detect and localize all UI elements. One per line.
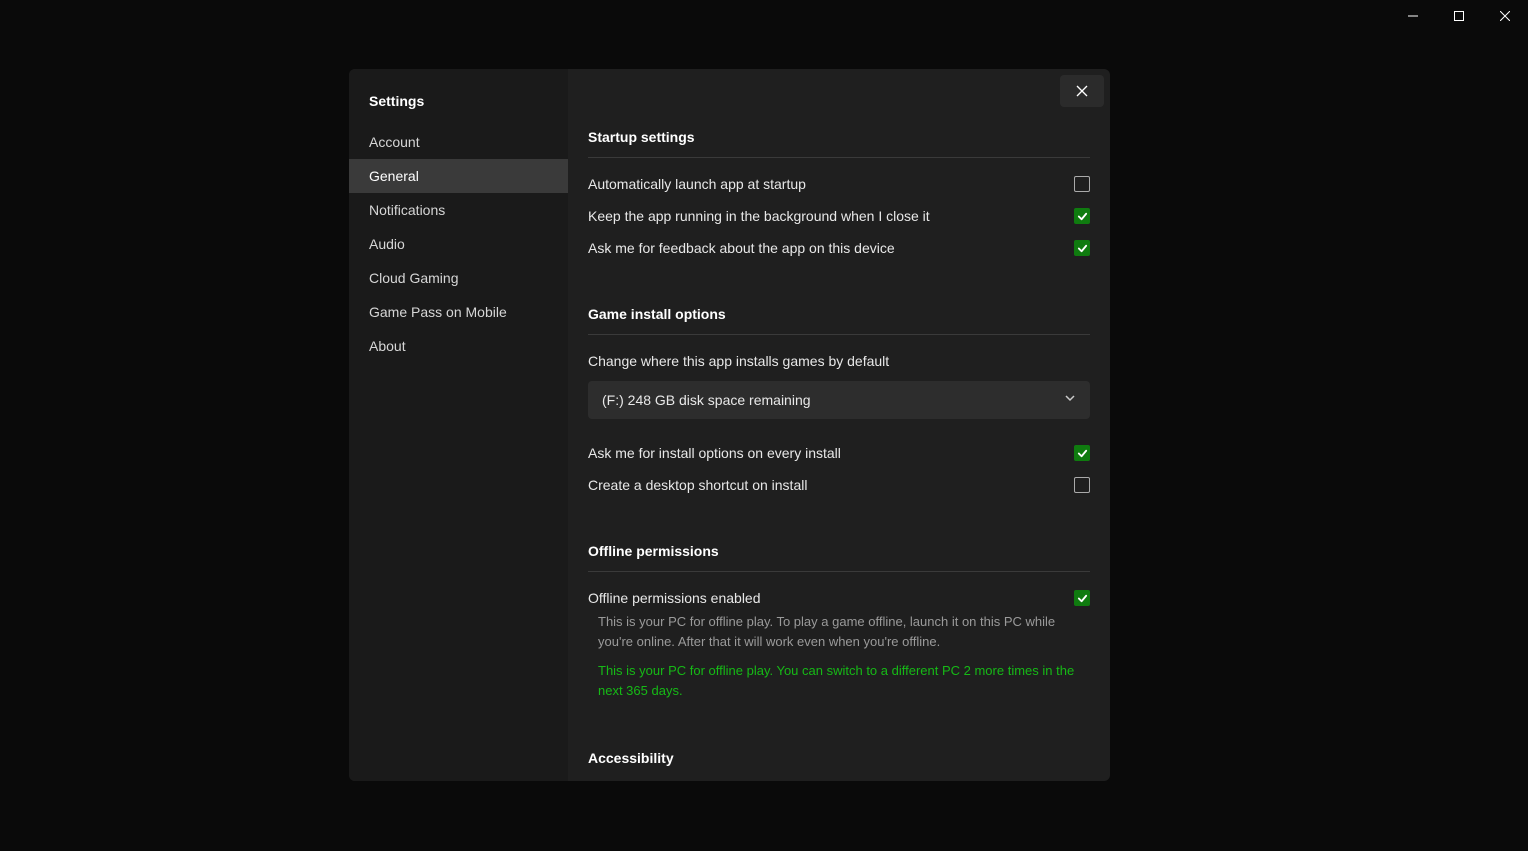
settings-content-wrap: Startup settings Automatically launch ap…: [568, 69, 1110, 781]
sidebar-item-game-pass-mobile[interactable]: Game Pass on Mobile: [349, 295, 568, 329]
section-startup-title: Startup settings: [588, 129, 1090, 158]
checkbox-auto-launch[interactable]: [1074, 176, 1090, 192]
row-desktop-shortcut: Create a desktop shortcut on install: [588, 477, 1090, 493]
label-ask-install-options: Ask me for install options on every inst…: [588, 445, 841, 461]
section-install-title: Game install options: [588, 306, 1090, 335]
checkbox-desktop-shortcut[interactable]: [1074, 477, 1090, 493]
label-desktop-shortcut: Create a desktop shortcut on install: [588, 477, 807, 493]
row-keep-running: Keep the app running in the background w…: [588, 208, 1090, 224]
settings-dialog: Settings Account General Notifications A…: [349, 69, 1110, 781]
checkbox-offline-enabled[interactable]: [1074, 590, 1090, 606]
dropdown-install-drive[interactable]: (F:) 248 GB disk space remaining: [588, 381, 1090, 419]
sidebar-item-about[interactable]: About: [349, 329, 568, 363]
row-auto-launch: Automatically launch app at startup: [588, 176, 1090, 192]
titlebar: [1390, 0, 1528, 32]
section-startup: Startup settings Automatically launch ap…: [588, 129, 1090, 256]
dropdown-install-drive-text: (F:) 248 GB disk space remaining: [602, 392, 811, 408]
label-change-location: Change where this app installs games by …: [588, 353, 1090, 369]
section-accessibility: Accessibility: [588, 750, 1090, 778]
label-keep-running: Keep the app running in the background w…: [588, 208, 930, 224]
sidebar-item-audio[interactable]: Audio: [349, 227, 568, 261]
row-ask-install-options: Ask me for install options on every inst…: [588, 445, 1090, 461]
settings-content[interactable]: Startup settings Automatically launch ap…: [568, 69, 1110, 781]
section-offline-title: Offline permissions: [588, 543, 1090, 572]
section-offline: Offline permissions Offline permissions …: [588, 543, 1090, 700]
maximize-button[interactable]: [1436, 0, 1482, 32]
dialog-close-button[interactable]: [1060, 75, 1104, 107]
settings-sidebar: Settings Account General Notifications A…: [349, 69, 568, 781]
text-offline-status: This is your PC for offline play. You ca…: [598, 661, 1090, 700]
label-auto-launch: Automatically launch app at startup: [588, 176, 806, 192]
text-offline-desc: This is your PC for offline play. To pla…: [598, 612, 1090, 651]
sidebar-item-notifications[interactable]: Notifications: [349, 193, 568, 227]
checkbox-keep-running[interactable]: [1074, 208, 1090, 224]
section-accessibility-title: Accessibility: [588, 750, 1090, 778]
checkbox-feedback[interactable]: [1074, 240, 1090, 256]
checkbox-ask-install-options[interactable]: [1074, 445, 1090, 461]
label-feedback: Ask me for feedback about the app on thi…: [588, 240, 895, 256]
sidebar-item-cloud-gaming[interactable]: Cloud Gaming: [349, 261, 568, 295]
label-offline-enabled: Offline permissions enabled: [588, 590, 761, 606]
row-feedback: Ask me for feedback about the app on thi…: [588, 240, 1090, 256]
sidebar-item-general[interactable]: General: [349, 159, 568, 193]
settings-title: Settings: [349, 93, 568, 125]
window-close-button[interactable]: [1482, 0, 1528, 32]
sidebar-item-account[interactable]: Account: [349, 125, 568, 159]
row-offline-enabled: Offline permissions enabled: [588, 590, 1090, 606]
section-install: Game install options Change where this a…: [588, 306, 1090, 493]
minimize-button[interactable]: [1390, 0, 1436, 32]
chevron-down-icon: [1064, 391, 1076, 409]
